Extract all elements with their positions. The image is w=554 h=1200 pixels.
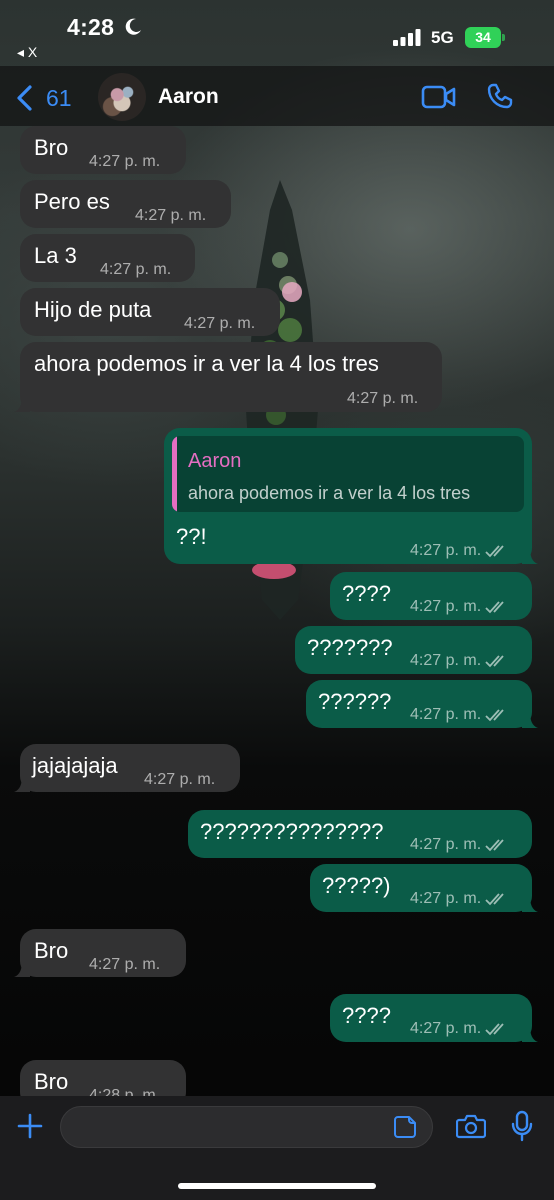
message-text: ???? bbox=[342, 581, 391, 606]
video-call-icon[interactable] bbox=[421, 84, 457, 110]
message-bubble-outgoing-reply[interactable]: Aaron ahora podemos ir a ver la 4 los tr… bbox=[164, 428, 538, 564]
message-text: ??????????????? bbox=[200, 819, 384, 844]
message-text: ???? bbox=[342, 1003, 391, 1028]
phone-call-icon[interactable] bbox=[486, 82, 514, 110]
message-text: ahora podemos ir a ver la 4 los tres bbox=[34, 351, 379, 376]
read-ticks-icon bbox=[485, 709, 504, 722]
message-time: 4:27 p. m. bbox=[410, 836, 482, 853]
network-type: 5G bbox=[431, 28, 454, 47]
message-text: ??????? bbox=[307, 635, 393, 660]
message-bubble-incoming[interactable]: Hijo de puta 4:27 p. m. bbox=[20, 288, 280, 336]
message-bubble-outgoing[interactable]: ??????? 4:27 p. m. bbox=[295, 626, 532, 674]
read-ticks-icon bbox=[485, 655, 504, 668]
quoted-sender: Aaron bbox=[188, 450, 242, 472]
status-bar: 4:28 ◂ X 5G 34 bbox=[0, 0, 554, 66]
message-bubble-incoming[interactable]: jajajajaja 4:27 p. m. bbox=[14, 744, 240, 792]
message-time: 4:27 p. m. bbox=[347, 390, 419, 407]
message-time: 4:27 p. m. bbox=[410, 890, 482, 907]
contact-name[interactable]: Aaron bbox=[158, 85, 219, 109]
message-time: 4:27 p. m. bbox=[89, 956, 161, 973]
message-time: 4:27 p. m. bbox=[135, 207, 207, 224]
plus-icon[interactable] bbox=[16, 1112, 44, 1140]
message-text: Hijo de puta bbox=[34, 297, 152, 322]
message-bubble-outgoing[interactable]: ???? 4:27 p. m. bbox=[330, 572, 532, 620]
message-bubble-incoming[interactable]: ahora podemos ir a ver la 4 los tres 4:2… bbox=[14, 342, 442, 412]
message-time: 4:27 p. m. bbox=[410, 598, 482, 615]
message-time: 4:27 p. m. bbox=[410, 1020, 482, 1037]
read-ticks-icon bbox=[485, 839, 504, 852]
message-bubble-outgoing[interactable]: ??????????????? 4:27 p. m. bbox=[188, 810, 532, 858]
status-time: 4:28 bbox=[67, 14, 115, 40]
message-text: ?????? bbox=[318, 689, 392, 714]
back-to-app-link[interactable]: ◂ X bbox=[17, 44, 37, 61]
read-ticks-icon bbox=[485, 893, 504, 906]
home-indicator[interactable] bbox=[178, 1183, 376, 1189]
quoted-message[interactable]: Aaron ahora podemos ir a ver la 4 los tr… bbox=[172, 436, 524, 512]
moon-icon bbox=[125, 18, 141, 35]
battery-level: 34 bbox=[465, 27, 501, 48]
camera-icon[interactable] bbox=[456, 1113, 486, 1139]
message-time: 4:27 p. m. bbox=[410, 706, 482, 723]
message-text: Pero es bbox=[34, 189, 110, 214]
sticker-icon[interactable] bbox=[393, 1115, 417, 1139]
quoted-text: ahora podemos ir a ver la 4 los tres bbox=[188, 483, 471, 503]
message-time: 4:27 p. m. bbox=[410, 652, 482, 669]
read-ticks-icon bbox=[485, 601, 504, 614]
message-time: 4:27 p. m. bbox=[410, 542, 482, 559]
battery-icon: 34 bbox=[465, 27, 505, 48]
contact-avatar[interactable] bbox=[98, 73, 146, 121]
chevron-left-icon bbox=[17, 85, 32, 111]
message-bubble-outgoing[interactable]: ?????) 4:27 p. m. bbox=[310, 864, 538, 912]
read-ticks-icon bbox=[485, 1023, 504, 1036]
read-ticks-icon bbox=[485, 545, 504, 558]
message-text: ??! bbox=[176, 524, 207, 549]
message-time: 4:27 p. m. bbox=[144, 771, 216, 788]
message-bubble-incoming[interactable]: Pero es 4:27 p. m. bbox=[20, 180, 231, 228]
message-time: 4:27 p. m. bbox=[100, 261, 172, 278]
message-bubble-incoming[interactable]: Bro 4:27 p. m. bbox=[20, 126, 186, 174]
message-text: ?????) bbox=[322, 873, 391, 898]
message-text: Bro bbox=[34, 938, 69, 963]
message-bubble-incoming[interactable]: Bro 4:27 p. m. bbox=[14, 929, 186, 977]
back-button[interactable]: 61 bbox=[14, 83, 94, 113]
message-text: La 3 bbox=[34, 243, 77, 268]
message-bubble-outgoing[interactable]: ???? 4:27 p. m. bbox=[330, 994, 538, 1042]
message-text: Bro bbox=[34, 1069, 69, 1094]
message-input[interactable] bbox=[60, 1106, 433, 1148]
message-text: Bro bbox=[34, 135, 69, 160]
message-time: 4:27 p. m. bbox=[184, 315, 256, 332]
message-bubble-outgoing[interactable]: ?????? 4:27 p. m. bbox=[306, 680, 538, 728]
message-list[interactable]: Bro 4:27 p. m. Pero es 4:27 p. m. La 3 4… bbox=[0, 126, 554, 1096]
unread-count: 61 bbox=[46, 84, 72, 111]
message-time: 4:28 p. m. bbox=[89, 1087, 161, 1096]
chat-header: 61 Aaron bbox=[0, 66, 554, 126]
cellular-signal-icon bbox=[393, 29, 421, 46]
message-time: 4:27 p. m. bbox=[89, 153, 161, 170]
message-bubble-incoming[interactable]: Bro 4:28 p. m. bbox=[20, 1060, 186, 1096]
message-text: jajajajaja bbox=[32, 753, 118, 778]
microphone-icon[interactable] bbox=[511, 1110, 533, 1142]
message-bubble-incoming[interactable]: La 3 4:27 p. m. bbox=[20, 234, 195, 282]
